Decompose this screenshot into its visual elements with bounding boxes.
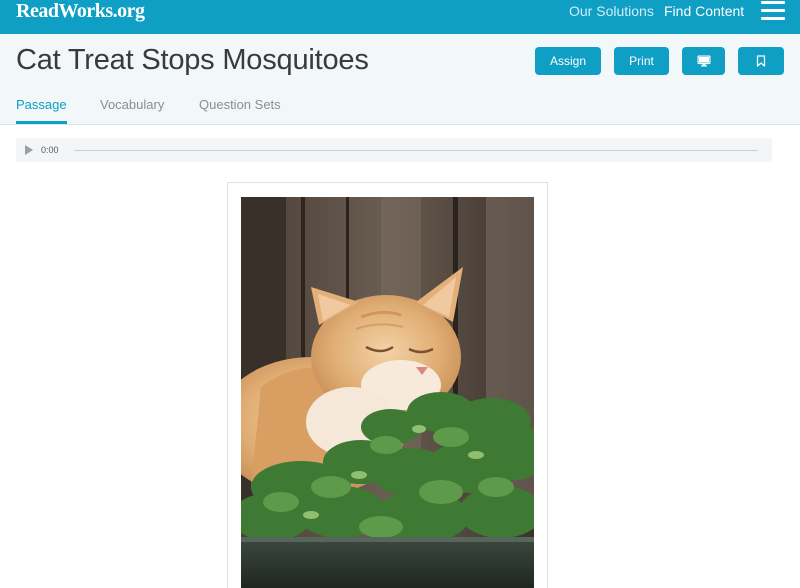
audio-progress-track[interactable] [74,150,758,151]
hamburger-menu-icon[interactable] [761,1,785,21]
bookmark-icon [756,55,766,67]
tab-passage[interactable]: Passage [16,97,67,113]
assign-button[interactable]: Assign [535,47,601,75]
nav-our-solutions[interactable]: Our Solutions [569,3,654,19]
tab-vocabulary[interactable]: Vocabulary [100,97,164,113]
nav-find-content[interactable]: Find Content [664,3,744,19]
audio-time: 0:00 [41,145,59,155]
passage-header: Cat Treat Stops Mosquitoes Assign Print … [0,34,800,125]
print-button[interactable]: Print [614,47,669,75]
tab-question-sets[interactable]: Question Sets [199,97,281,113]
bookmark-button[interactable] [738,47,784,75]
readworks-logo[interactable]: ReadWorks.org [16,0,145,22]
cat-photo [241,197,534,588]
top-nav-bar: ReadWorks.org Our Solutions Find Content [0,0,800,34]
monitor-icon [697,55,710,67]
page-title: Cat Treat Stops Mosquitoes [16,44,369,76]
audio-player: 0:00 [16,138,772,162]
play-icon[interactable] [25,145,33,155]
passage-image-frame [227,182,548,588]
active-tab-indicator [16,121,67,124]
present-button[interactable] [682,47,725,75]
